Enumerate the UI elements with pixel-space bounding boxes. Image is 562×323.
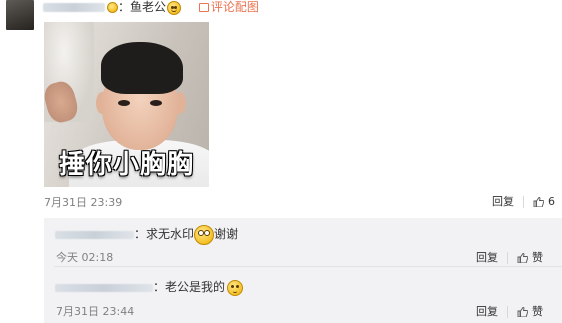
photo-hair — [101, 42, 183, 94]
post-reply-button[interactable]: 回复 — [492, 195, 514, 208]
reply-2-reply-button[interactable]: 回复 — [476, 305, 498, 318]
big-eyes-emoji-icon — [194, 224, 215, 245]
reply-1-text: ：求无水印 谢谢 — [55, 223, 238, 245]
photo-eye-left — [118, 100, 130, 106]
divider — [523, 196, 524, 208]
comment-image-link-label: 评论配图 — [210, 0, 259, 14]
kiss-emoji-icon — [227, 279, 244, 296]
blurred-username[interactable] — [55, 230, 134, 239]
blurred-username[interactable] — [43, 3, 105, 12]
reply-1-time: 今天 02:18 — [56, 251, 114, 264]
divider — [507, 306, 508, 318]
thumb-up-icon[interactable] — [517, 307, 528, 317]
reply-1-text-before: ：求无水印 — [134, 227, 195, 241]
comment-header: ：鱼老公 评论配图 — [43, 0, 259, 15]
comment-image-link[interactable]: 评论配图 — [198, 0, 259, 14]
thumb-up-icon[interactable] — [533, 197, 544, 207]
post-actions: 回复 6 — [492, 193, 555, 209]
reply-divider — [54, 266, 562, 267]
reply-2-like-button[interactable]: 赞 — [532, 305, 543, 318]
reply-1-text-after: 谢谢 — [214, 227, 239, 241]
reply-2-actions: 回复 赞 — [476, 303, 543, 319]
reply-1-actions: 回复 赞 — [476, 249, 543, 265]
reply-2-text: ：老公是我的 — [55, 276, 244, 298]
image-icon — [198, 3, 209, 12]
photo-eye-right — [150, 100, 162, 106]
thumb-up-icon[interactable] — [517, 253, 528, 263]
laugh-emoji-icon — [167, 0, 182, 15]
comment-image[interactable]: 捶你小胸胸 — [44, 22, 209, 187]
post-time: 7月31日 23:39 — [44, 196, 123, 209]
divider — [507, 252, 508, 264]
heart-emoji-icon — [107, 2, 118, 13]
comment-text: ：鱼老公 — [118, 0, 167, 14]
image-caption: 捶你小胸胸 — [58, 150, 194, 180]
reply-1-like-button[interactable]: 赞 — [532, 251, 543, 264]
post-like-count[interactable]: 6 — [548, 195, 555, 208]
reply-2-text-before: ：老公是我的 — [153, 280, 226, 294]
blurred-username[interactable] — [55, 283, 153, 292]
reply-1-reply-button[interactable]: 回复 — [476, 251, 498, 264]
avatar[interactable] — [6, 0, 34, 30]
reply-2-time: 7月31日 23:44 — [56, 305, 135, 318]
